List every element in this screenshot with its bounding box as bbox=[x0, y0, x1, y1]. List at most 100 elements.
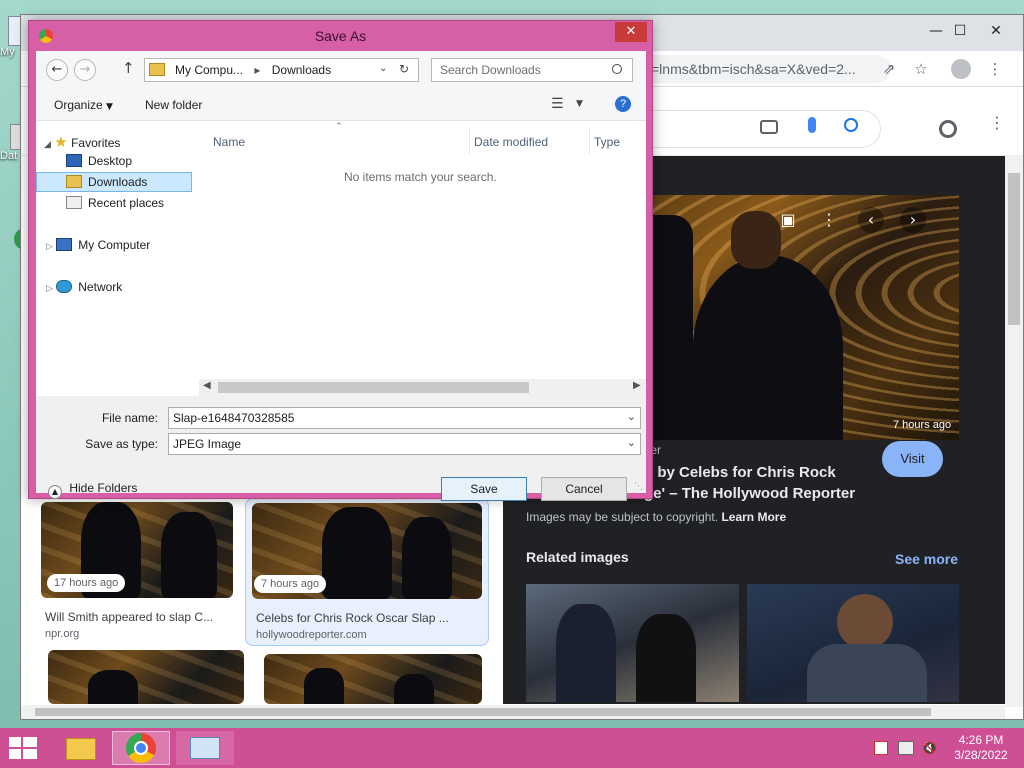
search-icon bbox=[612, 64, 622, 74]
dialog-command-bar: Organize ▼ New folder ☰ ▼ ? bbox=[36, 89, 646, 121]
folder-icon bbox=[66, 738, 96, 760]
tree-favorites[interactable]: ◢ ★ Favorites bbox=[44, 133, 120, 151]
learn-more-link[interactable]: Learn More bbox=[721, 510, 786, 524]
image-result-card[interactable] bbox=[264, 654, 482, 704]
taskbar: 🔇 4:26 PM 3/28/2022 bbox=[0, 728, 1024, 768]
bookmark-star-icon[interactable]: ☆ bbox=[909, 57, 933, 81]
maximize-button[interactable]: ☐ bbox=[945, 19, 975, 43]
browser-menu-icon[interactable]: ⋮ bbox=[983, 57, 1007, 81]
clock-time: 4:26 PM bbox=[958, 733, 1004, 747]
chevron-down-icon[interactable]: ⌄ bbox=[627, 410, 636, 423]
next-image-icon[interactable]: › bbox=[900, 207, 926, 233]
file-name-input[interactable]: Slap-e1648470328585 ⌄ bbox=[168, 407, 641, 429]
search-icon[interactable] bbox=[844, 118, 858, 132]
related-image-thumbnail[interactable] bbox=[526, 584, 739, 702]
chevron-down-icon[interactable]: ⌄ bbox=[627, 436, 636, 449]
help-icon[interactable]: ? bbox=[615, 96, 631, 112]
refresh-icon[interactable]: ↻ bbox=[399, 62, 409, 76]
up-folder-icon[interactable]: ↑ bbox=[122, 59, 135, 77]
camera-search-icon[interactable] bbox=[760, 120, 778, 134]
desktop-icon-label: My bbox=[0, 46, 15, 58]
search-downloads-input[interactable]: Search Downloads bbox=[431, 58, 633, 82]
tree-my-computer[interactable]: ▷ My Computer bbox=[46, 238, 150, 252]
breadcrumb: My Compu... ▸ Downloads bbox=[175, 63, 332, 77]
save-type-select[interactable]: JPEG Image ⌄ bbox=[168, 433, 641, 455]
save-button[interactable]: Save bbox=[441, 477, 527, 501]
visit-button[interactable]: Visit bbox=[882, 441, 943, 477]
lens-search-icon[interactable]: ▣ bbox=[775, 207, 801, 233]
page-horizontal-scrollbar[interactable] bbox=[21, 705, 1005, 719]
volume-muted-icon[interactable]: 🔇 bbox=[922, 741, 937, 755]
image-result-card[interactable] bbox=[48, 650, 244, 704]
preview-image[interactable]: ▣ ⋮ ‹ › 7 hours ago bbox=[633, 195, 959, 440]
column-date-modified[interactable]: Date modified bbox=[474, 135, 548, 149]
resize-grip[interactable]: ⋱ bbox=[634, 482, 643, 492]
file-name-value: Slap-e1648470328585 bbox=[173, 411, 295, 425]
start-button[interactable] bbox=[9, 737, 37, 759]
taskbar-chrome[interactable] bbox=[112, 731, 170, 765]
page-scrollbar[interactable] bbox=[1005, 155, 1023, 707]
scrollbar-thumb[interactable] bbox=[35, 708, 931, 716]
address-breadcrumb[interactable]: My Compu... ▸ Downloads ⌄ ↻ bbox=[144, 58, 419, 82]
dialog-close-button[interactable]: ✕ bbox=[615, 22, 647, 42]
sort-indicator-icon: ⌃ bbox=[335, 122, 343, 132]
image-result-card-selected[interactable]: 7 hours ago Celebs for Chris Rock Oscar … bbox=[245, 498, 489, 646]
taskbar-file-explorer[interactable] bbox=[52, 731, 110, 765]
related-image-thumbnail[interactable] bbox=[747, 584, 959, 702]
settings-gear-icon[interactable] bbox=[939, 120, 957, 138]
related-images-heading: Related images bbox=[526, 549, 629, 565]
recent-places-icon bbox=[66, 196, 82, 209]
share-icon[interactable]: ⇗ bbox=[877, 57, 901, 81]
tree-desktop[interactable]: Desktop bbox=[66, 154, 132, 168]
hide-folders-toggle[interactable]: ▲ Hide Folders bbox=[48, 481, 137, 499]
breadcrumb-downloads[interactable]: Downloads bbox=[272, 63, 331, 77]
result-source: npr.org bbox=[45, 628, 80, 640]
scrollbar-thumb[interactable] bbox=[218, 382, 529, 393]
time-badge: 7 hours ago bbox=[254, 575, 327, 593]
tree-downloads[interactable]: Downloads bbox=[66, 175, 147, 189]
previous-image-icon[interactable]: ‹ bbox=[858, 207, 884, 233]
chrome-logo-icon bbox=[126, 733, 156, 763]
result-title: Celebs for Chris Rock Oscar Slap ... bbox=[256, 611, 449, 625]
computer-icon bbox=[56, 238, 73, 251]
network-icon bbox=[56, 280, 73, 293]
collapse-icon: ▲ bbox=[48, 485, 62, 499]
network-status-icon[interactable] bbox=[898, 741, 914, 755]
preview-title[interactable]: d by Celebs for Chris Rock ge' – The Hol… bbox=[644, 462, 855, 504]
scrollbar-thumb[interactable] bbox=[1008, 173, 1020, 325]
close-window-button[interactable]: ✕ bbox=[981, 19, 1011, 43]
tree-network[interactable]: ▷ Network bbox=[46, 280, 122, 294]
chevron-down-icon[interactable]: ⌄ bbox=[379, 63, 387, 74]
dialog-body: ← → ↑ My Compu... ▸ Downloads ⌄ ↻ Search… bbox=[36, 51, 646, 501]
tree-recent-places[interactable]: Recent places bbox=[66, 196, 164, 210]
file-list-scrollbar[interactable]: ◀ ▶ bbox=[199, 379, 646, 396]
organize-menu[interactable]: Organize ▼ bbox=[54, 98, 113, 112]
folder-icon bbox=[149, 63, 165, 76]
desktop-icon bbox=[66, 154, 82, 167]
taskbar-control-panel[interactable] bbox=[176, 731, 234, 765]
star-icon: ★ bbox=[54, 133, 68, 151]
breadcrumb-my-computer[interactable]: My Compu... bbox=[175, 63, 243, 77]
new-folder-button[interactable]: New folder bbox=[145, 98, 202, 112]
column-name[interactable]: Name bbox=[213, 135, 245, 149]
apps-grid-icon[interactable]: ⋮ bbox=[989, 115, 1005, 138]
profile-avatar-icon[interactable] bbox=[949, 57, 973, 81]
see-more-link[interactable]: See more bbox=[895, 551, 958, 567]
dialog-title: Save As bbox=[314, 28, 367, 44]
chevron-down-icon[interactable]: ▼ bbox=[576, 99, 583, 109]
more-options-icon[interactable]: ⋮ bbox=[816, 207, 842, 233]
forward-button[interactable]: → bbox=[74, 59, 96, 81]
view-options-icon[interactable]: ☰ bbox=[551, 96, 564, 112]
desktop-icon-label: Dat bbox=[0, 150, 18, 162]
result-thumbnail bbox=[48, 650, 244, 704]
scroll-right-icon[interactable]: ▶ bbox=[633, 380, 641, 391]
microphone-icon[interactable] bbox=[808, 117, 816, 133]
column-type[interactable]: Type bbox=[594, 135, 620, 149]
system-clock[interactable]: 4:26 PM 3/28/2022 bbox=[946, 733, 1016, 763]
file-list: ⌃ Name Date modified Type No items match… bbox=[199, 122, 646, 372]
action-center-flag-icon[interactable] bbox=[874, 741, 888, 755]
cancel-button[interactable]: Cancel bbox=[541, 477, 627, 501]
back-button[interactable]: ← bbox=[46, 59, 68, 81]
image-result-card[interactable]: 17 hours ago Will Smith appeared to slap… bbox=[41, 502, 233, 640]
scroll-left-icon[interactable]: ◀ bbox=[203, 380, 211, 391]
